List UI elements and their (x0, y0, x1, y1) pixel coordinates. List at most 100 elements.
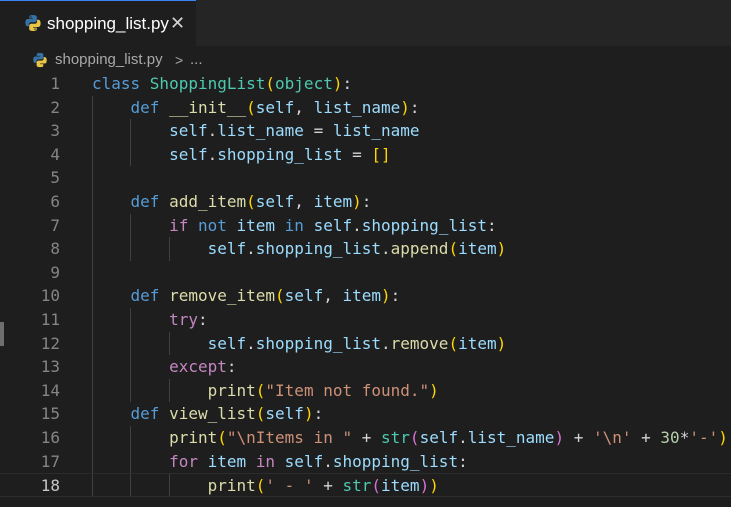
code-token: : (361, 192, 372, 211)
code-editor[interactable]: 1 class ShoppingList(object): 2 def __init… (0, 72, 731, 507)
code-token: shopping_list (255, 333, 381, 353)
code-token: ) (400, 97, 410, 117)
line-number: 18 (40, 476, 60, 496)
line-number: 14 (40, 380, 60, 400)
code-token: add_item (169, 192, 247, 211)
code-token: self (255, 192, 295, 211)
code-token: . (207, 121, 218, 141)
line-number: 17 (40, 451, 60, 471)
code-token: self (255, 97, 295, 117)
close-icon[interactable]: ✕ (170, 12, 185, 34)
code-token: remove (390, 333, 449, 353)
breadcrumb-more[interactable]: ... (190, 51, 203, 69)
code-token: append (390, 239, 449, 259)
code-text: def add_item(self, item): (92, 190, 372, 214)
code-token: : (486, 215, 497, 235)
code-line[interactable]: 8 self.shopping_list.append(item) (0, 237, 731, 261)
code-line[interactable]: 15 def view_list(self): (0, 402, 731, 426)
code-text: if not item in self.shopping_list: (92, 214, 497, 238)
code-line[interactable]: 13 except: (0, 355, 731, 379)
code-token: def (130, 404, 170, 424)
code-token: ( (255, 380, 266, 400)
breadcrumb-file[interactable]: shopping_list.py (55, 51, 163, 69)
line-number: 8 (50, 239, 60, 259)
code-line[interactable]: 7 if not item in self.shopping_list: (0, 214, 731, 238)
code-token: = (303, 121, 333, 141)
code-line[interactable]: 1 class ShoppingList(object): (0, 72, 731, 96)
line-number: 4 (50, 144, 60, 164)
code-token: list_name (332, 121, 420, 141)
code-line[interactable]: 6 def add_item(self, item): (0, 190, 731, 214)
code-token: ( (265, 74, 276, 93)
code-text: def __init__(self, list_name): (92, 96, 420, 120)
python-icon (24, 14, 42, 32)
code-token: print (207, 476, 256, 496)
code-token: ) (419, 476, 430, 496)
code-token: remove_item (169, 286, 276, 306)
code-line[interactable]: 18 print(' - ' + str(item)) (0, 473, 731, 498)
tab-bar: shopping_list.py ✕ (0, 0, 731, 46)
code-token: shopping_list (217, 144, 343, 164)
line-number: 5 (50, 168, 60, 188)
code-text: self.list_name = list_name (92, 119, 420, 143)
code-line[interactable]: 17 for item in self.shopping_list: (0, 450, 731, 474)
code-token: '-' (689, 428, 719, 447)
code-token: "\nItems in " (226, 428, 353, 447)
code-token: ' - ' (265, 476, 314, 496)
code-token: print (207, 380, 256, 400)
code-token: + (352, 428, 382, 447)
code-line[interactable]: 9 (0, 261, 731, 285)
code-line[interactable]: 16 print("\nItems in " + str(self.list_n… (0, 426, 731, 450)
code-token: object (275, 74, 333, 93)
code-token: def (130, 97, 170, 117)
code-token: : (409, 97, 420, 117)
code-token: list_name (313, 97, 401, 117)
code-line[interactable]: 11 try: (0, 308, 731, 332)
code-token: __init__ (169, 97, 247, 117)
code-token: print (169, 428, 218, 447)
code-token: * (679, 428, 690, 447)
code-token: str (342, 476, 372, 496)
chevron-right-icon: > (175, 52, 184, 68)
line-number: 15 (40, 404, 60, 424)
code-token: self (169, 144, 208, 164)
code-token: item (207, 451, 256, 471)
code-token: self (169, 121, 208, 141)
tab-label: shopping_list.py (47, 14, 169, 33)
code-token: , (294, 97, 314, 117)
code-line[interactable]: 2 def __init__(self, list_name): (0, 96, 731, 120)
code-line[interactable]: 4 self.shopping_list = [] (0, 143, 731, 167)
code-token: : (313, 404, 324, 424)
code-text: except: (92, 355, 236, 379)
code-token: def (130, 192, 170, 211)
code-line[interactable]: 12 self.shopping_list.remove(item) (0, 332, 731, 356)
code-token: self (265, 404, 304, 424)
code-token: ) (429, 476, 439, 496)
tab-shopping-list[interactable]: shopping_list.py ✕ (0, 0, 196, 46)
code-token: class (92, 74, 150, 93)
code-line[interactable]: 5 (0, 166, 731, 190)
code-token: , (323, 286, 343, 306)
code-text: self.shopping_list.remove(item) (92, 332, 507, 356)
code-token: item (381, 476, 420, 496)
code-line[interactable]: 14 print("Item not found.") (0, 379, 731, 403)
code-token: ) (496, 239, 507, 259)
code-token: try (169, 310, 198, 329)
line-number: 3 (50, 121, 60, 141)
code-text: print("Item not found.") (92, 379, 439, 403)
code-token: "Item not found." (265, 380, 430, 400)
code-token: item (342, 286, 381, 306)
code-line[interactable]: 10 def remove_item(self, item): (0, 284, 731, 308)
code-line[interactable]: 3 self.list_name = list_name (0, 119, 731, 143)
code-token: shopping_list (332, 451, 459, 471)
breadcrumb: shopping_list.py > ... (0, 46, 731, 74)
code-token: item (458, 333, 497, 353)
